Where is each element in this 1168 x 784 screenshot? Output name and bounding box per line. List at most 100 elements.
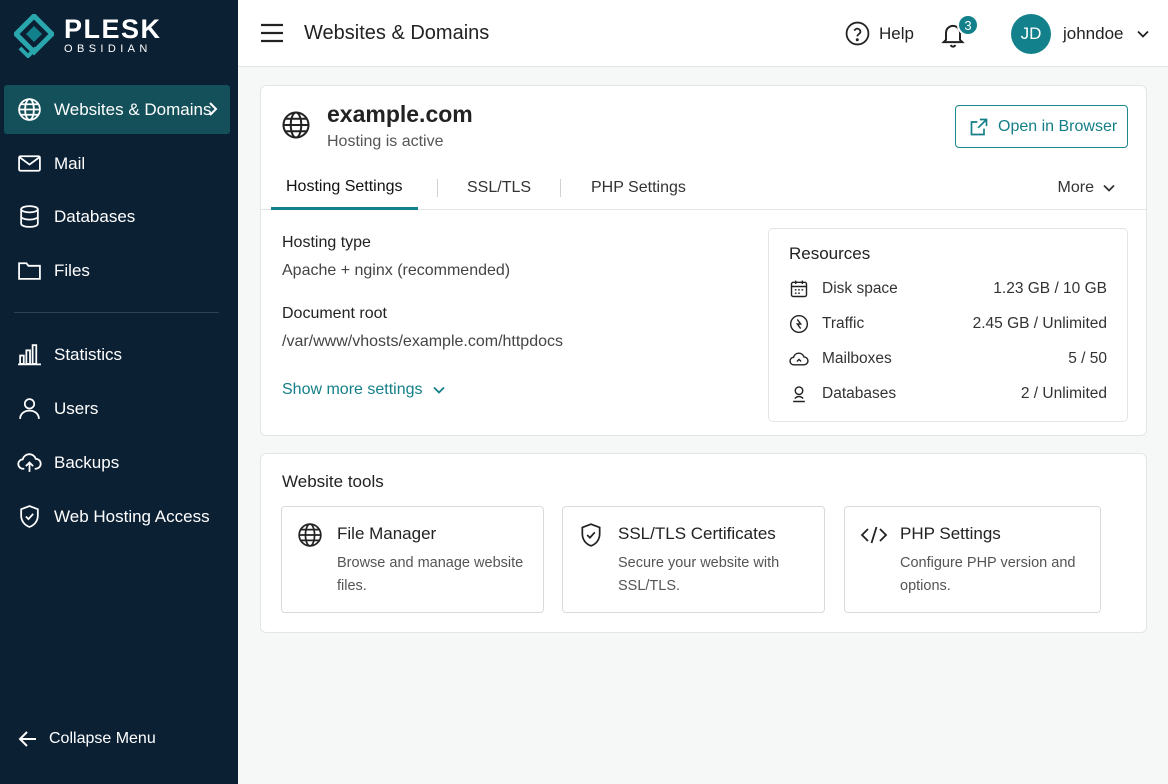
- mail-icon: [18, 155, 41, 172]
- bar-chart-icon: [18, 344, 41, 366]
- sidebar-item-backups[interactable]: Backups: [4, 438, 230, 487]
- chevron-down-icon: [1103, 184, 1115, 192]
- tool-title: PHP Settings: [900, 524, 1001, 543]
- help-label: Help: [879, 23, 914, 43]
- globe-icon: [298, 523, 322, 547]
- hosting-type-label: Hosting type: [282, 234, 371, 251]
- tab-label: Hosting Settings: [286, 177, 403, 195]
- resource-label: Mailboxes: [822, 350, 892, 367]
- tab-separator: [437, 179, 438, 197]
- sidebar-item-databases[interactable]: Databases: [4, 192, 230, 241]
- tool-description: Secure your website with SSL/TLS.: [618, 555, 780, 594]
- sidebar-item-label: Databases: [54, 206, 136, 226]
- tool-ssl-tls-certificates[interactable]: SSL/TLS Certificates Secure your website…: [562, 506, 825, 613]
- show-more-label: Show more settings: [282, 381, 423, 398]
- show-more-settings-link[interactable]: Show more settings: [282, 381, 446, 399]
- tab-label: SSL/TLS: [467, 179, 532, 196]
- sidebar-item-label: Web Hosting Access: [54, 506, 210, 526]
- resources-title: Resources: [789, 244, 871, 263]
- resource-label: Traffic: [822, 315, 865, 332]
- collapse-menu-label: Collapse Menu: [49, 730, 156, 747]
- website-tools-card: Website tools File Manager Browse and ma…: [260, 453, 1147, 633]
- notification-badge: 3: [957, 14, 979, 36]
- tab-label: PHP Settings: [591, 179, 686, 196]
- collapse-menu-button[interactable]: Collapse Menu: [18, 730, 156, 748]
- tool-php-settings[interactable]: PHP Settings Configure PHP version and o…: [844, 506, 1101, 613]
- user-menu[interactable]: JD johndoe: [1011, 14, 1150, 54]
- top-header: Websites & Domains Help 3 JD johndoe: [238, 0, 1168, 67]
- tab-php-settings[interactable]: PHP Settings: [591, 166, 686, 210]
- chevron-right-icon: [209, 102, 218, 116]
- resources-panel: Resources Disk space 1.23 GB / 10 GB Tra…: [768, 228, 1128, 422]
- sidebar-item-label: Websites & Domains: [54, 99, 212, 119]
- avatar: JD: [1011, 14, 1051, 54]
- sidebar-divider: [14, 312, 219, 313]
- chevron-down-icon: [1136, 30, 1149, 38]
- logo-brand-name: PLESK: [64, 14, 162, 44]
- chevron-down-icon: [432, 386, 445, 394]
- resource-row-disk-space: Disk space 1.23 GB / 10 GB: [789, 277, 1107, 301]
- domain-tabs: Hosting Settings SSL/TLS PHP Settings Mo…: [261, 166, 1146, 210]
- traffic-icon: [789, 314, 809, 334]
- sidebar-item-websites-domains[interactable]: Websites & Domains: [4, 85, 230, 134]
- arrow-left-icon: [18, 731, 36, 747]
- sidebar-item-files[interactable]: Files: [4, 246, 230, 295]
- database-user-icon: [793, 386, 805, 403]
- document-root-value: /var/www/vhosts/example.com/httpdocs: [282, 333, 563, 350]
- sidebar-item-statistics[interactable]: Statistics: [4, 330, 230, 379]
- logo-edition: OBSIDIAN: [64, 43, 152, 55]
- tab-hosting-settings[interactable]: Hosting Settings: [271, 166, 418, 210]
- shield-icon: [20, 505, 39, 528]
- tool-description: Configure PHP version and options.: [900, 555, 1076, 594]
- sidebar-item-label: Statistics: [54, 344, 123, 364]
- folder-icon: [18, 262, 41, 280]
- tool-title: File Manager: [337, 524, 437, 543]
- sidebar-item-label: Users: [54, 398, 99, 418]
- hosting-type-value: Apache + nginx (recommended): [282, 262, 511, 279]
- plesk-logo-icon: [14, 14, 54, 58]
- tab-separator: [560, 179, 561, 197]
- resource-label: Disk space: [822, 280, 898, 297]
- globe-icon: [282, 111, 310, 139]
- sidebar-item-users[interactable]: Users: [4, 384, 230, 433]
- cloud-icon: [789, 352, 809, 366]
- resource-row-mailboxes: Mailboxes 5 / 50: [789, 347, 1107, 371]
- resource-value: 1.23 GB / 10 GB: [993, 280, 1107, 297]
- sidebar: PLESK OBSIDIAN Websites & Domains Mail D…: [0, 0, 238, 784]
- website-tools-title: Website tools: [282, 472, 384, 491]
- open-in-browser-button[interactable]: Open in Browser: [955, 105, 1128, 148]
- calendar-icon: [790, 280, 808, 298]
- sidebar-item-label: Mail: [54, 153, 86, 173]
- resource-value: 2 / Unlimited: [1020, 385, 1107, 402]
- sidebar-item-label: Files: [54, 260, 90, 280]
- globe-icon: [18, 98, 41, 121]
- tab-ssl-tls[interactable]: SSL/TLS: [467, 166, 531, 210]
- domain-name: example.com: [327, 101, 473, 127]
- tool-file-manager[interactable]: File Manager Browse and manage website f…: [281, 506, 544, 613]
- resource-label: Databases: [822, 385, 897, 402]
- page-title: Websites & Domains: [304, 22, 490, 44]
- code-icon: [860, 526, 888, 544]
- sidebar-item-mail[interactable]: Mail: [4, 139, 230, 188]
- username: johndoe: [1063, 24, 1124, 43]
- more-tabs-dropdown[interactable]: More: [1058, 166, 1116, 210]
- cloud-upload-icon: [17, 453, 42, 472]
- plesk-logo[interactable]: PLESK OBSIDIAN: [14, 14, 162, 58]
- resource-row-databases: Databases 2 / Unlimited: [789, 382, 1107, 406]
- sidebar-item-label: Backups: [54, 452, 120, 472]
- shield-icon: [581, 523, 601, 547]
- help-button[interactable]: Help: [845, 21, 914, 46]
- domain-card: example.com Hosting is active Open in Br…: [260, 85, 1147, 436]
- hosting-status: Hosting is active: [327, 133, 444, 150]
- document-root-label: Document root: [282, 305, 387, 322]
- resource-value: 2.45 GB / Unlimited: [972, 315, 1107, 332]
- user-icon: [19, 398, 40, 419]
- tool-description: Browse and manage website files.: [337, 555, 524, 594]
- database-icon: [20, 205, 39, 228]
- hamburger-menu-icon[interactable]: [260, 22, 284, 44]
- resource-row-traffic: Traffic 2.45 GB / Unlimited: [789, 312, 1107, 336]
- resource-value: 5 / 50: [1068, 350, 1107, 367]
- sidebar-item-web-hosting-access[interactable]: Web Hosting Access: [4, 492, 230, 541]
- open-in-browser-label: Open in Browser: [998, 117, 1118, 135]
- help-circle-icon: [845, 21, 870, 46]
